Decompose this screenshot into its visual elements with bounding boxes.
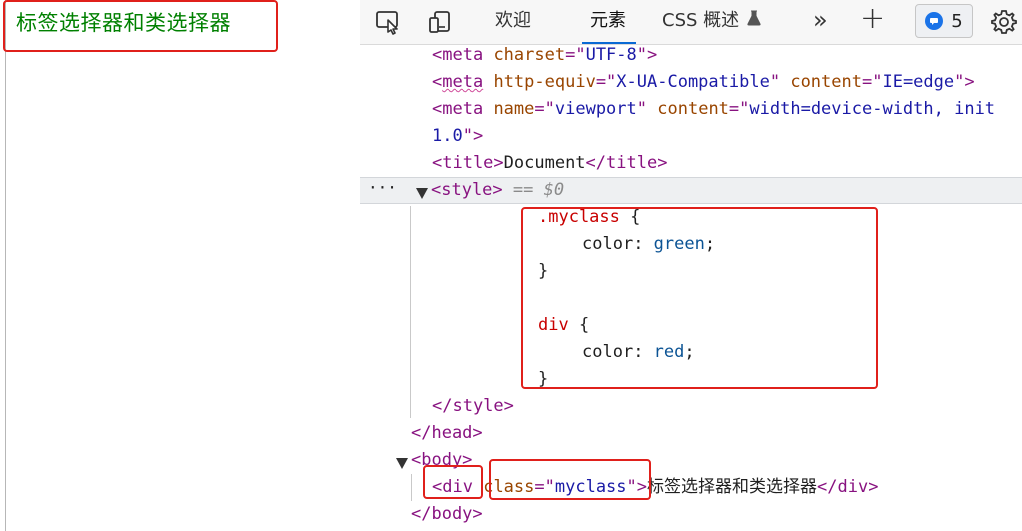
inspect-element-icon[interactable]	[374, 8, 402, 36]
brace-open-1: {	[630, 207, 641, 227]
tab-css-overview[interactable]: CSS 概述	[662, 0, 761, 44]
val-ie-edge: IE=edge	[882, 72, 955, 92]
meta-tag: <meta	[432, 45, 484, 65]
expand-triangle-style[interactable]	[416, 188, 428, 199]
tree-node-title[interactable]: <title>Document</title>	[432, 150, 667, 177]
css-rule2-selector-line: div {	[538, 312, 589, 339]
attr-name: name	[493, 99, 535, 119]
head-close: </head>	[411, 423, 483, 443]
css-prop-color-2: color	[582, 342, 634, 362]
css-value-red: red	[653, 342, 685, 362]
attr-http-equiv: http-equiv	[493, 72, 596, 92]
tree-node-body[interactable]: <body>	[411, 447, 472, 474]
style-children-guide	[410, 206, 411, 418]
div-close: </div>	[817, 477, 879, 497]
css-selector-myclass: .myclass	[538, 207, 620, 227]
tree-node-style-close[interactable]: </style>	[432, 393, 514, 420]
more-tabs-button[interactable]: »	[813, 0, 828, 44]
tree-node-meta-compat[interactable]: <meta http-equiv="X-UA-Compatible" conte…	[432, 69, 975, 96]
attr-class: class	[483, 477, 535, 497]
style-open: <style>	[431, 180, 503, 200]
css-value-green: green	[653, 234, 705, 254]
gear-icon[interactable]	[990, 8, 1018, 36]
div-open: <div	[432, 477, 473, 497]
css-rule1-selector-line: .myclass {	[538, 204, 640, 231]
style-close: </style>	[432, 396, 514, 416]
tab-welcome-label: 欢迎	[495, 10, 531, 31]
device-toolbar-icon[interactable]	[426, 8, 454, 36]
tab-elements-label: 元素	[590, 10, 626, 31]
attr-content-2: content	[657, 99, 729, 119]
tab-elements[interactable]: 元素	[582, 0, 636, 44]
tree-node-body-close[interactable]: </body>	[411, 501, 483, 528]
attr-content: content	[790, 72, 862, 92]
selected-node-hint: == $0	[512, 180, 565, 200]
css-rule2-decl: color: red;	[582, 342, 695, 362]
page-div-text: 标签选择器和类选择器	[16, 11, 231, 35]
tree-node-head-close[interactable]: </head>	[411, 420, 483, 447]
css-rule1-close: }	[538, 258, 548, 285]
flask-icon	[747, 0, 761, 42]
page-edge	[5, 0, 6, 531]
val-width: width=device-width, init	[749, 99, 996, 119]
dom-tree: <meta charset="UTF-8"> <meta http-equiv=…	[360, 44, 1022, 531]
page-preview: 标签选择器和类选择器	[0, 0, 360, 531]
meta-tag-name: meta	[442, 72, 484, 92]
meta-close: ">	[462, 126, 484, 146]
issues-button[interactable]: 5	[915, 4, 973, 38]
brace-open-2: {	[578, 315, 590, 335]
tree-node-meta-viewport-cont: 1.0">	[432, 123, 483, 150]
val-myclass: myclass	[554, 477, 627, 497]
val-utf8: UTF-8	[585, 45, 637, 65]
chat-bubble-icon	[925, 12, 944, 30]
val-scale: 1.0	[432, 126, 463, 146]
tree-node-meta-charset[interactable]: <meta charset="UTF-8">	[432, 42, 657, 69]
expand-triangle-body[interactable]	[396, 458, 408, 469]
val-compat: X-UA-Compatible	[616, 72, 770, 92]
tab-css-overview-label: CSS 概述	[662, 10, 740, 31]
div-text: 标签选择器和类选择器	[647, 477, 818, 497]
node-actions-ellipsis[interactable]: ···	[368, 178, 397, 197]
devtools-panel: 欢迎 元素 CSS 概述 » + 5 <meta charset="UTF-8"…	[360, 0, 1022, 531]
tab-welcome[interactable]: 欢迎	[495, 0, 531, 44]
title-text: Document	[503, 153, 586, 173]
body-open: <body>	[411, 450, 473, 470]
chevron-double-right-icon: »	[813, 6, 828, 34]
issues-count: 5	[951, 10, 963, 32]
title-close: </title>	[585, 153, 668, 173]
css-rule1-decl: color: green;	[582, 234, 716, 254]
brace-close-1: }	[538, 261, 549, 281]
attr-charset: charset	[493, 45, 566, 65]
val-viewport: viewport	[554, 99, 637, 119]
title-open: <title>	[432, 153, 504, 173]
tree-node-div[interactable]: <div class="myclass">标签选择器和类选择器</div>	[432, 474, 878, 501]
brace-close-2: }	[538, 369, 549, 389]
tree-node-meta-viewport[interactable]: <meta name="viewport" content="width=dev…	[432, 96, 995, 123]
add-tab-button[interactable]: +	[860, 0, 885, 44]
devtools-toolbar: 欢迎 元素 CSS 概述 » + 5	[360, 0, 1022, 45]
css-selector-div: div	[538, 315, 569, 335]
tree-node-style[interactable]: <style> == $0	[431, 177, 564, 204]
body-close: </body>	[411, 504, 483, 524]
body-children-guide	[411, 474, 412, 501]
css-prop-color-1: color	[582, 234, 634, 254]
plus-icon: +	[860, 1, 886, 36]
css-rule2-close: }	[538, 366, 548, 393]
